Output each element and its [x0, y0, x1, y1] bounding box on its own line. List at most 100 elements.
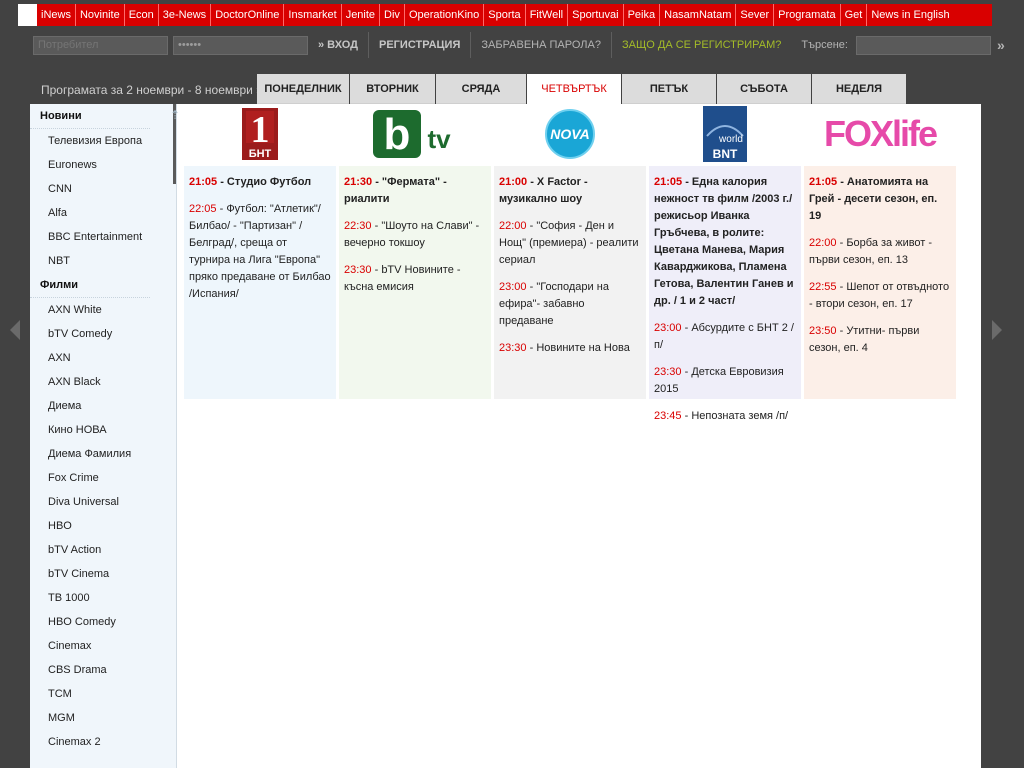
program-entry[interactable]: 23:00 - "Господари на ефира"- забавно пр… [499, 279, 641, 330]
sidebar-channel-item[interactable]: Euronews [30, 153, 176, 177]
channel-columns: 1 БНТ 21:05 - Студио Футбол 22:05 - Футбо… [184, 104, 959, 422]
forgot-password-link[interactable]: ЗАБРАВЕНА ПАРОЛА? [471, 32, 612, 58]
network-link[interactable]: News in English [867, 4, 953, 26]
program-separator: - [681, 410, 692, 422]
network-link[interactable]: Programata [774, 4, 841, 26]
sidebar-channel-item[interactable]: bTV Comedy [30, 322, 176, 346]
program-entry[interactable]: 22:00 - "София - Ден и Нощ" (премиера) -… [499, 218, 641, 269]
sidebar-category[interactable]: Филми [30, 273, 150, 298]
program-entry[interactable]: 22:05 - Футбол: "Атлетик"/Билбао/ - "Пар… [189, 201, 331, 303]
sidebar-channel-item[interactable]: bTV Action [30, 538, 176, 562]
tab-tuesday[interactable]: ВТОРНИК [350, 74, 435, 104]
sidebar-channel-item[interactable]: Диема Фамилия [30, 442, 176, 466]
program-entry[interactable]: 21:30 - "Фермата" - риалити [344, 174, 486, 208]
program-entry[interactable]: 22:55 - Шепот от отвъдното - втори сезон… [809, 279, 951, 313]
program-entry[interactable]: 23:00 - Абсурдите с БНТ 2 /п/ [654, 320, 796, 354]
username-input[interactable] [33, 35, 168, 55]
btv-logo[interactable]: b tv [339, 104, 491, 164]
sidebar-channel-item[interactable]: NBT [30, 249, 176, 273]
sidebar-channel-item[interactable]: AXN Black [30, 370, 176, 394]
network-link[interactable]: Jenite [342, 4, 381, 26]
why-register-link[interactable]: ЗАЩО ДА СЕ РЕГИСТРИРАМ? [612, 32, 791, 58]
network-link[interactable]: Sever [736, 4, 775, 26]
program-entry[interactable]: 22:30 - "Шоуто на Слави" - вечерно токшо… [344, 218, 486, 252]
program-entry[interactable]: 23:30 - bTV Новините - късна емисия [344, 262, 486, 296]
bnt-world-logo[interactable]: world BNT [649, 104, 801, 164]
program-entry[interactable]: 21:00 - X Factor - музикално шоу [499, 174, 641, 208]
search-go-button[interactable]: » [997, 37, 1005, 53]
tab-thursday[interactable]: ЧЕТВЪРТЪК [527, 74, 621, 104]
sidebar-channel-item[interactable]: bTV Cinema [30, 562, 176, 586]
scroll-up-icon[interactable]: ⇡ [170, 108, 180, 122]
network-link[interactable]: Sporta [484, 4, 526, 26]
program-separator: - [526, 281, 537, 293]
sidebar-category[interactable]: Новини [30, 104, 150, 129]
network-link[interactable]: FitWell [526, 4, 569, 26]
login-bar: » ВХОД РЕГИСТРАЦИЯ ЗАБРАВЕНА ПАРОЛА? ЗАЩ… [30, 32, 1005, 58]
sidebar-channel-item[interactable]: TB 1000 [30, 586, 176, 610]
network-link[interactable]: Novinite [76, 4, 125, 26]
network-link[interactable]: iNews [37, 4, 76, 26]
sidebar-channel-item[interactable]: Диема [30, 394, 176, 418]
sidebar-channel-item[interactable]: AXN White [30, 298, 176, 322]
program-entry[interactable]: 21:05 - Студио Футбол [189, 174, 331, 191]
program-entry[interactable]: 23:50 - Утитни- първи сезон, еп. 4 [809, 323, 951, 357]
tab-sunday[interactable]: НЕДЕЛЯ [812, 74, 906, 104]
tab-monday[interactable]: ПОНЕДЕЛНИК [257, 74, 349, 104]
sidebar-channel-item[interactable]: HBO Comedy [30, 610, 176, 634]
register-link[interactable]: РЕГИСТРАЦИЯ [369, 32, 472, 58]
sidebar-channel-item[interactable]: Cinemax [30, 634, 176, 658]
sidebar-channel-item[interactable]: Diva Universal [30, 490, 176, 514]
network-link[interactable]: Get [841, 4, 868, 26]
sidebar-channel-item[interactable]: Fox Crime [30, 466, 176, 490]
program-separator: - [526, 220, 537, 232]
bnt1-logo[interactable]: 1 БНТ [184, 104, 336, 164]
network-link[interactable]: Div [380, 4, 405, 26]
prev-arrow-icon[interactable] [10, 320, 20, 340]
network-link[interactable]: Econ [125, 4, 159, 26]
network-link[interactable]: Peika [624, 4, 661, 26]
program-list: 21:05 - Анатомията на Грей - десети сезо… [804, 166, 956, 399]
sidebar-channel-item[interactable]: AXN [30, 346, 176, 370]
program-entry[interactable]: 23:30 - Новините на Нова [499, 340, 641, 357]
sidebar-channel-item[interactable]: Телевизия Европа [30, 129, 176, 153]
tab-wednesday[interactable]: СРЯДА [436, 74, 526, 104]
day-tabs: ПОНЕДЕЛНИК ВТОРНИК СРЯДА ЧЕТВЪРТЪК ПЕТЪК… [257, 74, 907, 104]
nova-logo[interactable]: NOVA [494, 104, 646, 164]
sidebar-channel-item[interactable]: CBS Drama [30, 658, 176, 682]
login-button[interactable]: » ВХОД [308, 32, 369, 58]
program-time: 23:30 [344, 264, 372, 276]
foxlife-logo[interactable]: FOXlife [804, 104, 956, 164]
sidebar-channel-item[interactable]: Cinemax 2 [30, 730, 176, 754]
program-entry[interactable]: 23:30 - Детска Евровизия 2015 [654, 364, 796, 398]
channel-column: 1 БНТ 21:05 - Студио Футбол 22:05 - Футбо… [184, 104, 336, 399]
sidebar-channel-item[interactable]: BBC Entertainment [30, 225, 176, 249]
search-input[interactable] [855, 35, 991, 55]
program-entry[interactable]: 21:05 - Една калория нежност тв филм /20… [654, 174, 796, 310]
program-entry[interactable]: 23:45 - Непозната земя /п/ [654, 408, 796, 425]
sidebar-channel-item[interactable]: Alfa [30, 201, 176, 225]
sidebar-channel-item[interactable]: HBO [30, 514, 176, 538]
tab-saturday[interactable]: СЪБОТА [717, 74, 811, 104]
network-link[interactable]: Sportuvai [568, 4, 624, 26]
password-input[interactable] [173, 35, 308, 55]
sidebar-channel-item[interactable]: TCM [30, 682, 176, 706]
program-separator: - [681, 322, 692, 334]
sidebar-channel-item[interactable]: MGM [30, 706, 176, 730]
network-link[interactable]: OperationKino [405, 4, 485, 26]
tab-friday[interactable]: ПЕТЪК [622, 74, 716, 104]
network-link[interactable]: Insmarket [284, 4, 342, 26]
program-panel: ⇡ Новини Телевизия Европа Euronews CNN Alfa B… [30, 104, 981, 768]
program-separator: - [216, 203, 227, 215]
next-arrow-icon[interactable] [992, 320, 1002, 340]
week-range-link[interactable]: Програмата за 2 ноември - 8 ноември » [41, 83, 263, 97]
sidebar-channel-item[interactable]: Кино НОВА [30, 418, 176, 442]
program-separator: - [527, 176, 537, 188]
program-title: Новините на Нова [536, 342, 630, 354]
program-entry[interactable]: 21:05 - Анатомията на Грей - десети сезо… [809, 174, 951, 225]
network-link[interactable]: DoctorOnline [211, 4, 285, 26]
network-link[interactable]: NasamNatam [660, 4, 737, 26]
sidebar-channel-item[interactable]: CNN [30, 177, 176, 201]
network-link[interactable]: 3e-News [159, 4, 212, 26]
program-entry[interactable]: 22:00 - Борба за живот - първи сезон, еп… [809, 235, 951, 269]
